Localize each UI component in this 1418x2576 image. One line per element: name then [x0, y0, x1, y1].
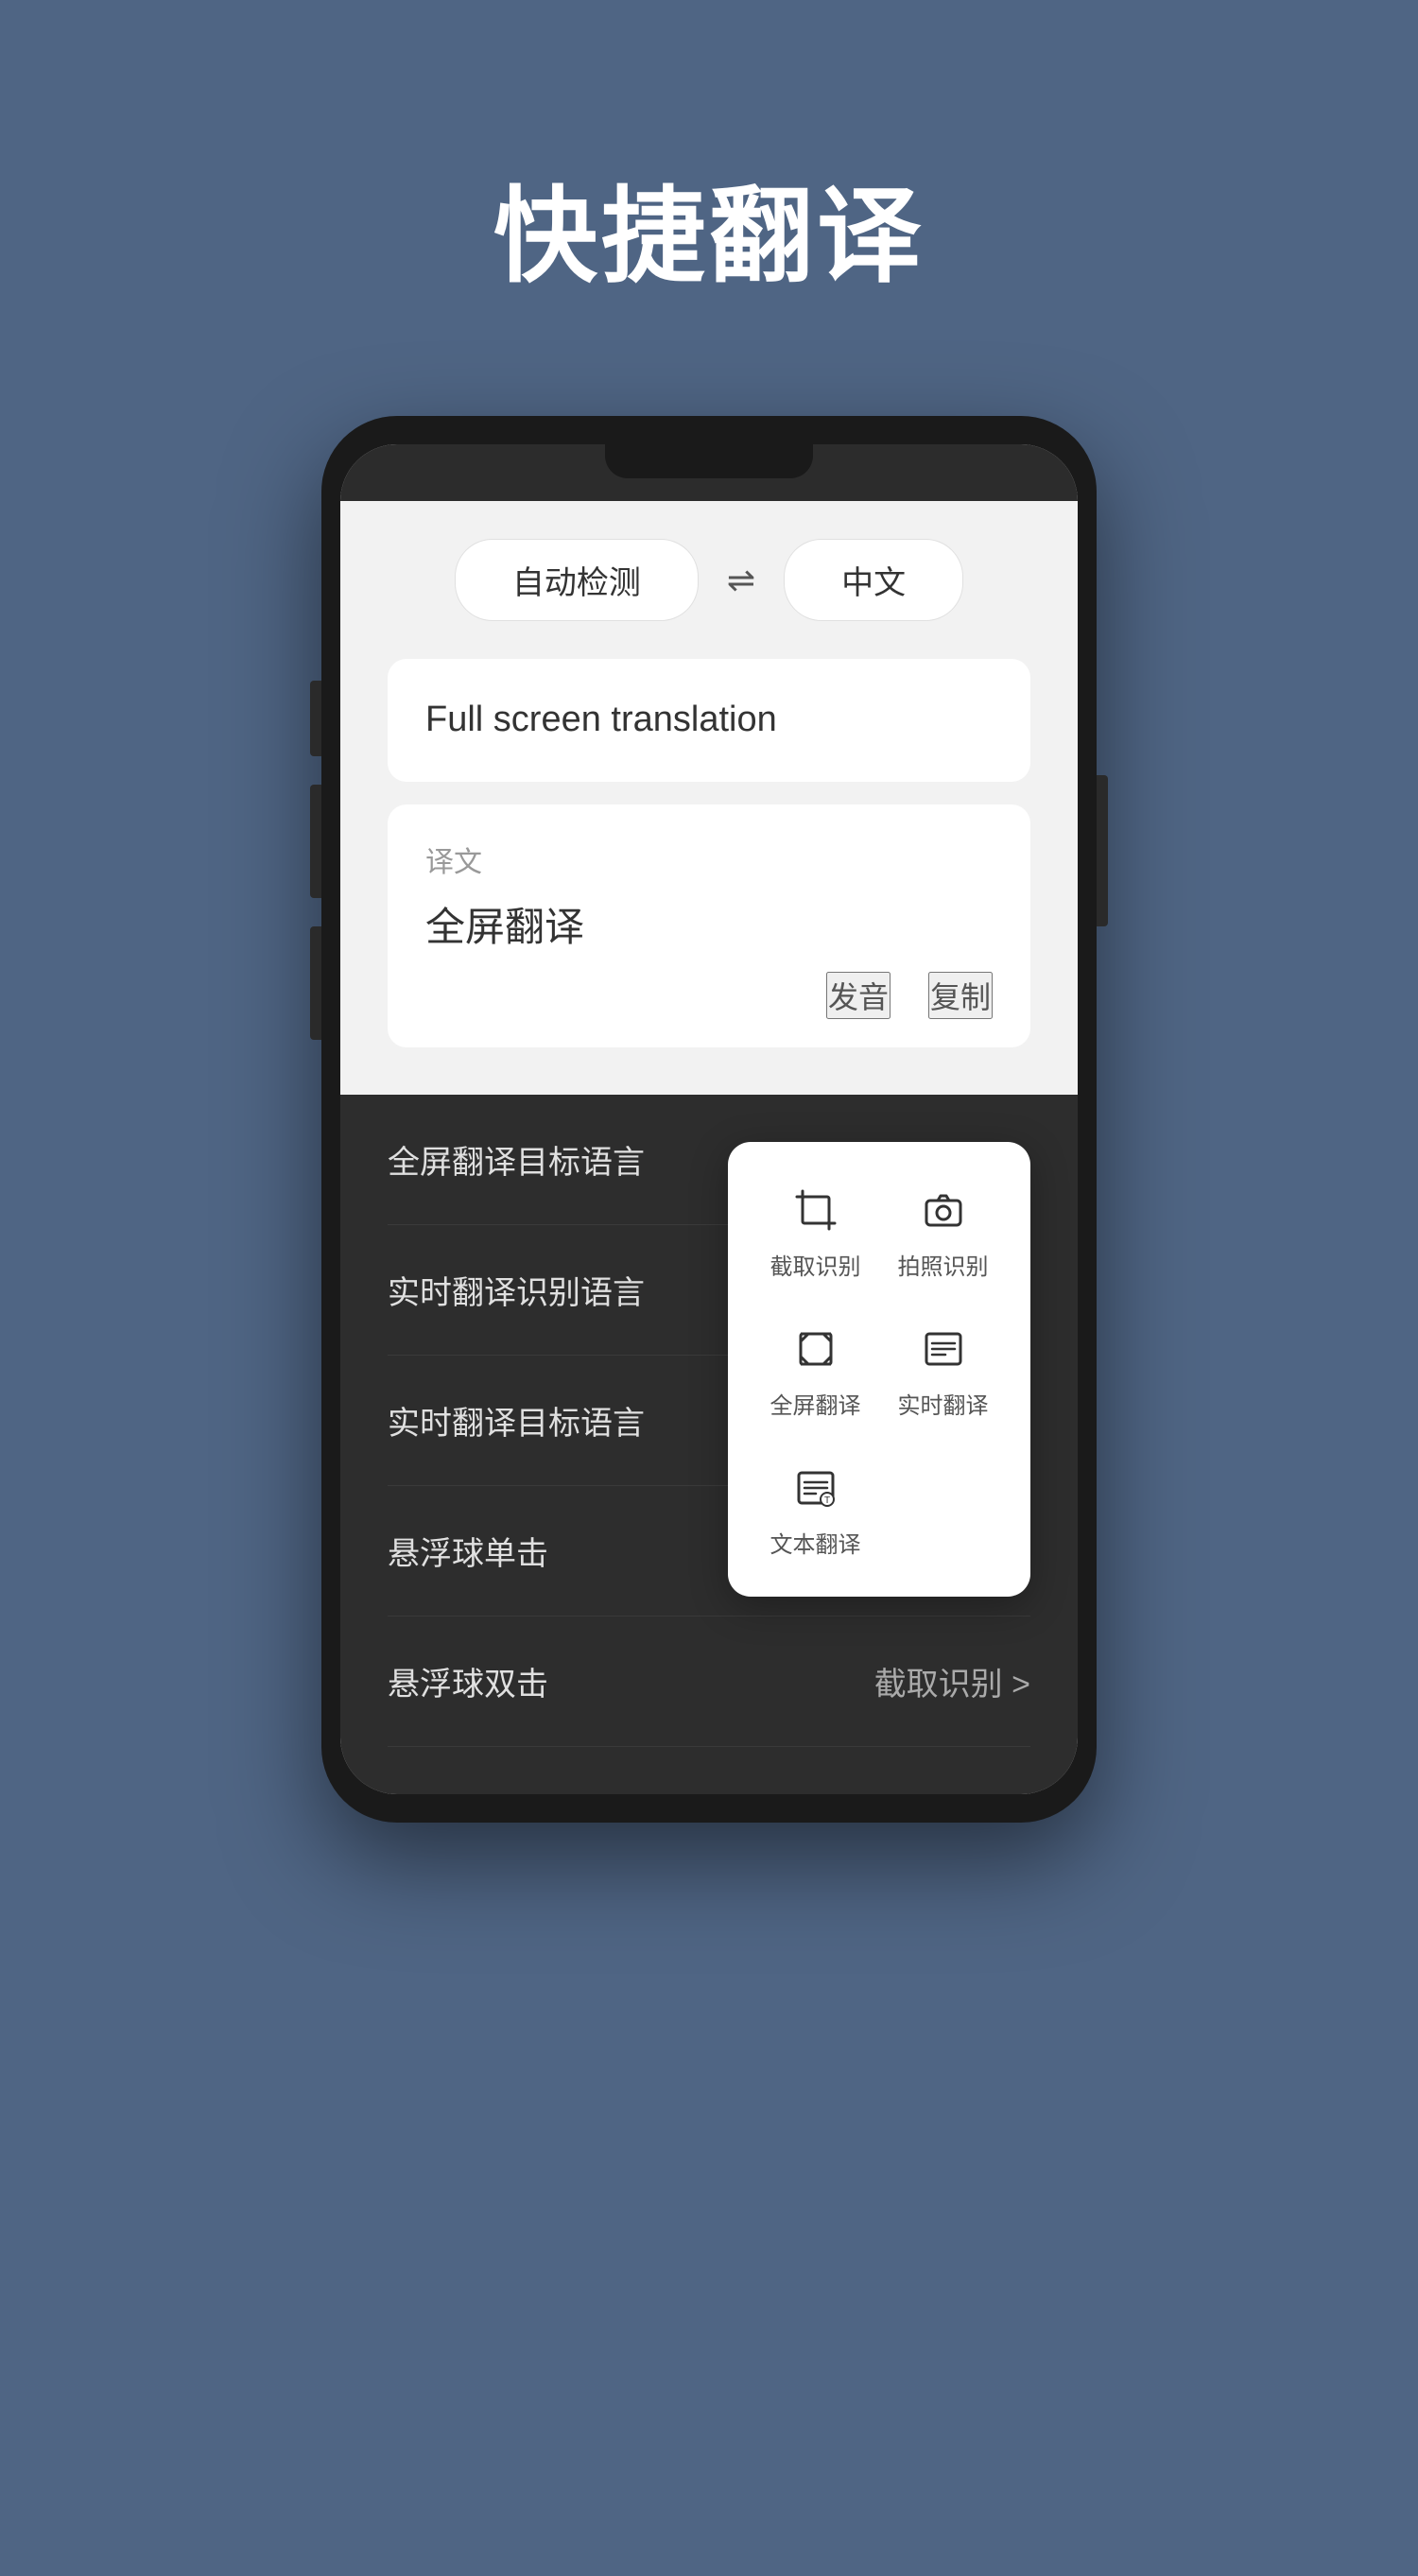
result-actions: 发音 复制	[425, 972, 993, 1019]
input-text: Full screen translation	[425, 693, 993, 747]
quick-action-camera-label: 拍照识别	[898, 1248, 989, 1281]
quick-action-camera[interactable]: 拍照识别	[884, 1170, 1002, 1300]
quick-action-fullscreen[interactable]: 全屏翻译	[756, 1309, 874, 1439]
fullscreen-target-label: 全屏翻译目标语言	[388, 1136, 645, 1183]
float-double-label: 悬浮球双击	[388, 1658, 548, 1704]
float-single-label: 悬浮球单击	[388, 1528, 548, 1574]
quick-action-crop[interactable]: 截取识别	[756, 1170, 874, 1300]
settings-row-float-double[interactable]: 悬浮球双击 截取识别 >	[388, 1616, 1030, 1747]
result-label: 译文	[425, 838, 993, 880]
translation-card-area: 自动检测 ⇌ 中文 Full screen translation 译文 全屏翻…	[340, 501, 1078, 1095]
input-text-area[interactable]: Full screen translation	[388, 659, 1030, 782]
settings-area: 全屏翻译目标语言 中文 > 实时翻译识别语言 实时翻译目标语言	[340, 1095, 1078, 1747]
phone-button-power	[1097, 775, 1108, 926]
pronounce-button[interactable]: 发音	[826, 972, 891, 1019]
source-language-button[interactable]: 自动检测	[455, 539, 699, 621]
swap-languages-icon[interactable]: ⇌	[727, 561, 755, 600]
phone-button-volume-silent	[310, 681, 321, 756]
phone-button-volume-up	[310, 785, 321, 898]
quick-action-fullscreen-label: 全屏翻译	[770, 1387, 861, 1420]
quick-actions-grid: 截取识别 拍照识别	[756, 1170, 1002, 1578]
quick-action-realtime[interactable]: 实时翻译	[884, 1309, 1002, 1439]
phone-button-volume-down	[310, 926, 321, 1040]
svg-text:T: T	[824, 1495, 830, 1506]
quick-actions-popup: 截取识别 拍照识别	[728, 1142, 1030, 1597]
target-language-button[interactable]: 中文	[784, 539, 963, 621]
screen-bottom-bar	[340, 1747, 1078, 1794]
realtime-icon	[923, 1328, 964, 1377]
quick-action-realtime-label: 实时翻译	[898, 1387, 989, 1420]
phone-screen: 自动检测 ⇌ 中文 Full screen translation 译文 全屏翻…	[340, 444, 1078, 1794]
quick-action-text[interactable]: T 文本翻译	[756, 1448, 874, 1578]
realtime-source-label: 实时翻译识别语言	[388, 1267, 645, 1313]
text-translate-icon: T	[795, 1467, 837, 1516]
fullscreen-icon	[795, 1328, 837, 1377]
page-title: 快捷翻译	[493, 151, 925, 303]
quick-action-crop-label: 截取识别	[770, 1248, 861, 1281]
phone-frame: 自动检测 ⇌ 中文 Full screen translation 译文 全屏翻…	[321, 416, 1097, 1823]
quick-action-text-label: 文本翻译	[770, 1526, 861, 1559]
copy-button[interactable]: 复制	[928, 972, 993, 1019]
float-double-value: 截取识别 >	[874, 1658, 1030, 1704]
crop-icon	[795, 1189, 837, 1238]
result-text: 全屏翻译	[425, 895, 993, 953]
result-area: 译文 全屏翻译 发音 复制	[388, 804, 1030, 1047]
phone-notch	[605, 444, 813, 478]
camera-icon	[923, 1189, 964, 1238]
language-selector-row: 自动检测 ⇌ 中文	[388, 539, 1030, 621]
realtime-target-label: 实时翻译目标语言	[388, 1397, 645, 1444]
